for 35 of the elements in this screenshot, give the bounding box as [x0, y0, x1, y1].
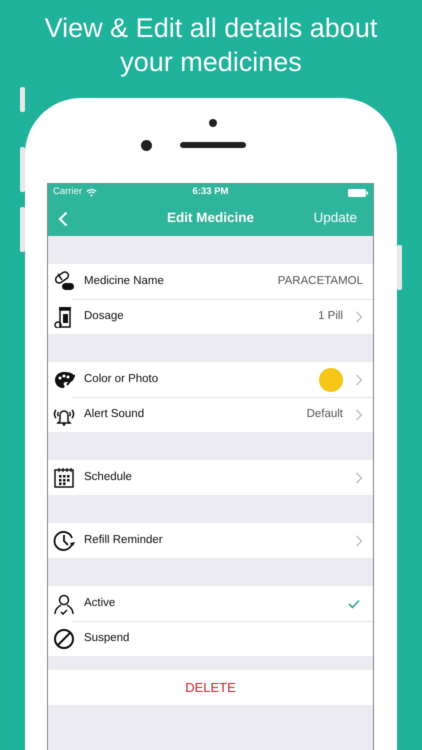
row-value: PARACETAMOL [278, 274, 363, 289]
list-row[interactable]: Color or Photo [48, 362, 373, 397]
row-label: Color or Photo [84, 372, 158, 387]
status-time: 6:33 PM [192, 185, 228, 200]
carrier-label: Carrier [53, 185, 82, 200]
battery-icon [348, 188, 368, 196]
row-label: Medicine Name [84, 274, 164, 289]
list-row[interactable]: Alert Sound Default [48, 397, 373, 432]
row-label: Alert Sound [84, 406, 144, 422]
wifi-icon [86, 188, 98, 197]
list-row[interactable]: Schedule [48, 460, 373, 495]
row-label: Suspend [84, 630, 130, 646]
back-icon [58, 210, 68, 226]
delete-button[interactable]: DELETE [48, 670, 373, 705]
speaker-icon [180, 142, 246, 148]
list-row[interactable]: Active [48, 586, 373, 621]
clock-icon [53, 530, 75, 552]
ban-icon [53, 628, 75, 650]
row-label: Refill Reminder [84, 532, 163, 548]
row-value: Default [306, 406, 343, 422]
row-label: Active [84, 596, 116, 611]
row-label: Dosage [84, 308, 124, 324]
pills-icon [53, 270, 75, 292]
list-row[interactable]: Medicine Name PARACETAMOL [48, 264, 373, 299]
list-row[interactable]: Suspend [48, 621, 373, 656]
calendar-icon [53, 466, 75, 488]
list-row[interactable]: Dosage 1 Pill [48, 299, 373, 334]
person-icon [53, 592, 75, 614]
camera-icon [141, 140, 152, 151]
row-value: 1 Pill [318, 308, 343, 324]
row-label: Schedule [84, 470, 132, 485]
list-row[interactable]: Refill Reminder [48, 523, 373, 558]
camera-icon [209, 119, 217, 127]
headline: View & Edit all details about your medicines [44, 12, 378, 79]
screen-title: Edit Medicine [167, 209, 254, 228]
